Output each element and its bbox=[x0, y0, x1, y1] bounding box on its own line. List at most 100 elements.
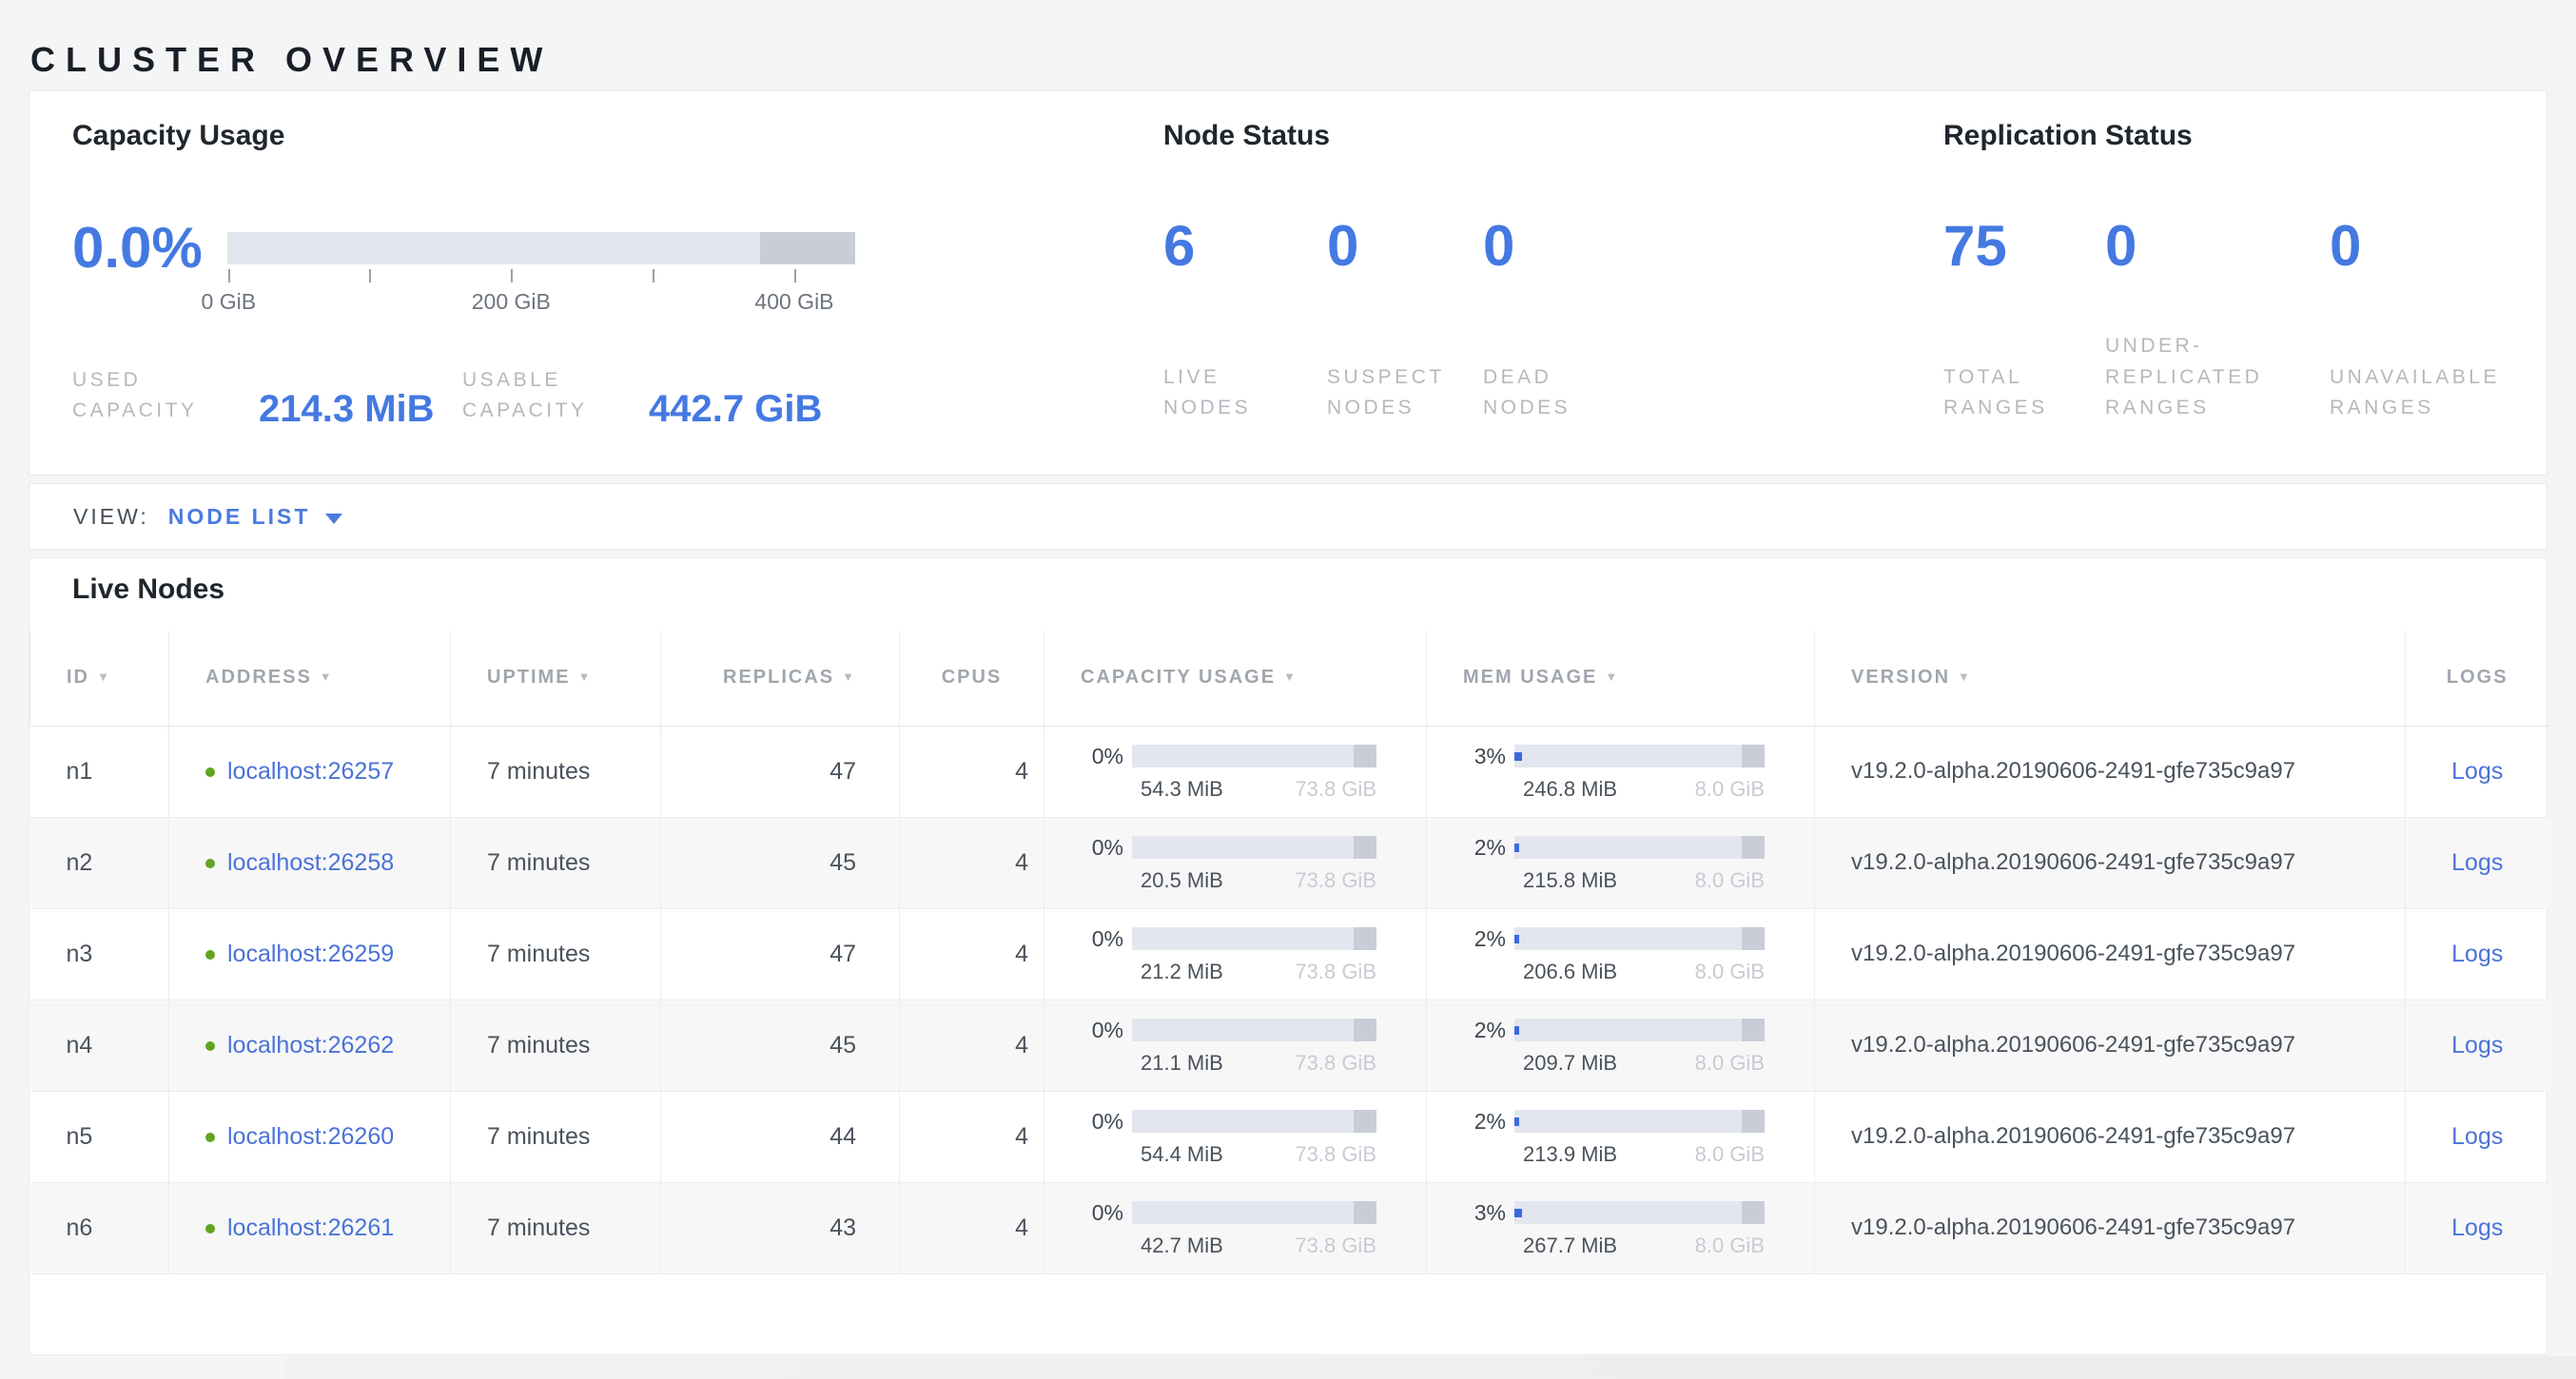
uptime-cell: 7 minutes bbox=[451, 1091, 661, 1182]
version-cell: v19.2.0-alpha.20190606-2491-gfe735c9a97 bbox=[1815, 908, 2406, 1000]
cpus-cell: 4 bbox=[900, 1091, 1044, 1182]
mem-meter-bar bbox=[1514, 836, 1765, 859]
mem-total-value: 8.0 GiB bbox=[1695, 868, 1765, 893]
axis-tick bbox=[794, 269, 796, 282]
mem-total-value: 8.0 GiB bbox=[1695, 777, 1765, 802]
replication-status-section: Replication Status 75 0 0 TOTAL RANGES U… bbox=[1943, 91, 2533, 475]
capacity-used-value: 42.7 MiB bbox=[1141, 1233, 1223, 1258]
column-header[interactable]: VERSION▼ bbox=[1815, 631, 2406, 726]
suspect-nodes-label: SUSPECT NODES bbox=[1327, 362, 1470, 424]
table-header-row: ID▼ ADDRESS▼ UPTIME▼ REPLICAS▼ bbox=[30, 631, 2549, 726]
axis-label: 200 GiB bbox=[472, 289, 551, 315]
logs-link[interactable]: Logs bbox=[2451, 1214, 2503, 1241]
capacity-used-value: 21.2 MiB bbox=[1141, 960, 1223, 984]
mem-usage-cell: 2% 209.7 MiB 8.0 GiB bbox=[1427, 1000, 1815, 1091]
node-address-cell: localhost:26258 bbox=[169, 817, 451, 908]
mem-percent-label: 3% bbox=[1427, 744, 1514, 769]
column-header-label: MEM USAGE bbox=[1463, 667, 1597, 688]
mem-percent-label: 2% bbox=[1427, 926, 1514, 952]
logs-link[interactable]: Logs bbox=[2451, 758, 2503, 785]
mem-used-value: 206.6 MiB bbox=[1523, 960, 1617, 984]
column-header[interactable]: ADDRESS▼ bbox=[169, 631, 451, 726]
used-capacity-label: USED CAPACITY bbox=[72, 365, 234, 427]
cpus-cell: 4 bbox=[900, 726, 1044, 817]
column-header[interactable]: ID▼ bbox=[30, 631, 169, 726]
table-row: n6 localhost:26261 7 minutes 43 4 0% bbox=[30, 1182, 2549, 1273]
logs-link[interactable]: Logs bbox=[2451, 1032, 2503, 1059]
mem-used-value: 267.7 MiB bbox=[1523, 1233, 1617, 1258]
sort-arrow-icon: ▼ bbox=[97, 670, 111, 684]
mem-total-value: 8.0 GiB bbox=[1695, 1142, 1765, 1167]
capacity-usage-cell: 0% 54.3 MiB 73.8 GiB bbox=[1044, 726, 1427, 817]
capacity-total-value: 73.8 GiB bbox=[1295, 868, 1376, 893]
mem-total-value: 8.0 GiB bbox=[1695, 1051, 1765, 1076]
cpus-cell: 4 bbox=[900, 1182, 1044, 1273]
version-cell: v19.2.0-alpha.20190606-2491-gfe735c9a97 bbox=[1815, 726, 2406, 817]
mem-reserved-segment bbox=[1742, 1201, 1765, 1224]
version-cell: v19.2.0-alpha.20190606-2491-gfe735c9a97 bbox=[1815, 1091, 2406, 1182]
node-address-link[interactable]: localhost:26258 bbox=[227, 849, 394, 876]
capacity-meter-bar bbox=[1132, 1201, 1376, 1224]
logs-cell: Logs bbox=[2406, 1000, 2549, 1091]
replicas-cell: 47 bbox=[661, 726, 900, 817]
logs-link[interactable]: Logs bbox=[2451, 1123, 2503, 1150]
sort-arrow-icon: ▼ bbox=[1283, 670, 1298, 684]
node-live-status-icon bbox=[205, 1041, 215, 1051]
mem-total-value: 8.0 GiB bbox=[1695, 1233, 1765, 1258]
capacity-percent-label: 0% bbox=[1044, 744, 1132, 769]
mem-percent-label: 2% bbox=[1427, 835, 1514, 861]
mem-used-segment bbox=[1514, 1117, 1519, 1126]
column-header[interactable]: MEM USAGE▼ bbox=[1427, 631, 1815, 726]
column-header[interactable]: UPTIME▼ bbox=[451, 631, 661, 726]
logs-cell: Logs bbox=[2406, 726, 2549, 817]
table-row: n5 localhost:26260 7 minutes 44 4 0% bbox=[30, 1091, 2549, 1182]
capacity-usage-cell: 0% 21.1 MiB 73.8 GiB bbox=[1044, 1000, 1427, 1091]
uptime-cell: 7 minutes bbox=[451, 908, 661, 1000]
mem-percent-label: 2% bbox=[1427, 1018, 1514, 1043]
column-header-label: REPLICAS bbox=[723, 667, 834, 688]
mem-usage-cell: 2% 213.9 MiB 8.0 GiB bbox=[1427, 1091, 1815, 1182]
cpus-cell: 4 bbox=[900, 817, 1044, 908]
capacity-used-value: 21.1 MiB bbox=[1141, 1051, 1223, 1076]
bottom-shade bbox=[285, 1356, 2576, 1379]
logs-link[interactable]: Logs bbox=[2451, 941, 2503, 967]
mem-meter-bar bbox=[1514, 745, 1765, 767]
capacity-bar-chart: 0 GiB 200 GiB 400 GiB bbox=[227, 232, 855, 302]
logs-link[interactable]: Logs bbox=[2451, 849, 2503, 876]
mem-used-segment bbox=[1514, 844, 1519, 852]
capacity-used-value: 54.4 MiB bbox=[1141, 1142, 1223, 1167]
under-replicated-ranges-count: 0 bbox=[2105, 213, 2330, 279]
version-cell: v19.2.0-alpha.20190606-2491-gfe735c9a97 bbox=[1815, 1182, 2406, 1273]
node-address-link[interactable]: localhost:26259 bbox=[227, 941, 394, 967]
column-header-label: CPUS bbox=[942, 667, 1003, 688]
live-nodes-table: ID▼ ADDRESS▼ UPTIME▼ REPLICAS▼ bbox=[29, 631, 2549, 1274]
capacity-usage-cell: 0% 42.7 MiB 73.8 GiB bbox=[1044, 1182, 1427, 1273]
node-address-link[interactable]: localhost:26260 bbox=[227, 1123, 394, 1150]
node-address-link[interactable]: localhost:26257 bbox=[227, 758, 394, 785]
node-address-link[interactable]: localhost:26261 bbox=[227, 1214, 394, 1241]
view-selector-dropdown[interactable]: NODE LIST bbox=[168, 504, 343, 530]
mem-usage-cell: 2% 206.6 MiB 8.0 GiB bbox=[1427, 908, 1815, 1000]
node-live-status-icon bbox=[205, 859, 215, 868]
node-address-cell: localhost:26260 bbox=[169, 1091, 451, 1182]
node-id-cell: n4 bbox=[30, 1000, 169, 1091]
logs-cell: Logs bbox=[2406, 908, 2549, 1000]
capacity-percent-label: 0% bbox=[1044, 926, 1132, 952]
capacity-reserved-segment bbox=[1354, 927, 1376, 950]
capacity-total-value: 73.8 GiB bbox=[1295, 960, 1376, 984]
mem-reserved-segment bbox=[1742, 745, 1765, 767]
node-address-cell: localhost:26259 bbox=[169, 908, 451, 1000]
capacity-total-value: 73.8 GiB bbox=[1295, 1051, 1376, 1076]
column-header-label: LOGS bbox=[2447, 667, 2508, 688]
mem-used-value: 215.8 MiB bbox=[1523, 868, 1617, 893]
mem-reserved-segment bbox=[1742, 836, 1765, 859]
version-cell: v19.2.0-alpha.20190606-2491-gfe735c9a97 bbox=[1815, 817, 2406, 908]
node-address-link[interactable]: localhost:26262 bbox=[227, 1032, 394, 1059]
sort-arrow-icon: ▼ bbox=[1958, 670, 1972, 684]
logs-cell: Logs bbox=[2406, 1091, 2549, 1182]
replicas-cell: 43 bbox=[661, 1182, 900, 1273]
mem-used-segment bbox=[1514, 1209, 1522, 1217]
column-header: CPUS▼ bbox=[900, 631, 1044, 726]
column-header[interactable]: CAPACITY USAGE▼ bbox=[1044, 631, 1427, 726]
column-header[interactable]: REPLICAS▼ bbox=[661, 631, 900, 726]
